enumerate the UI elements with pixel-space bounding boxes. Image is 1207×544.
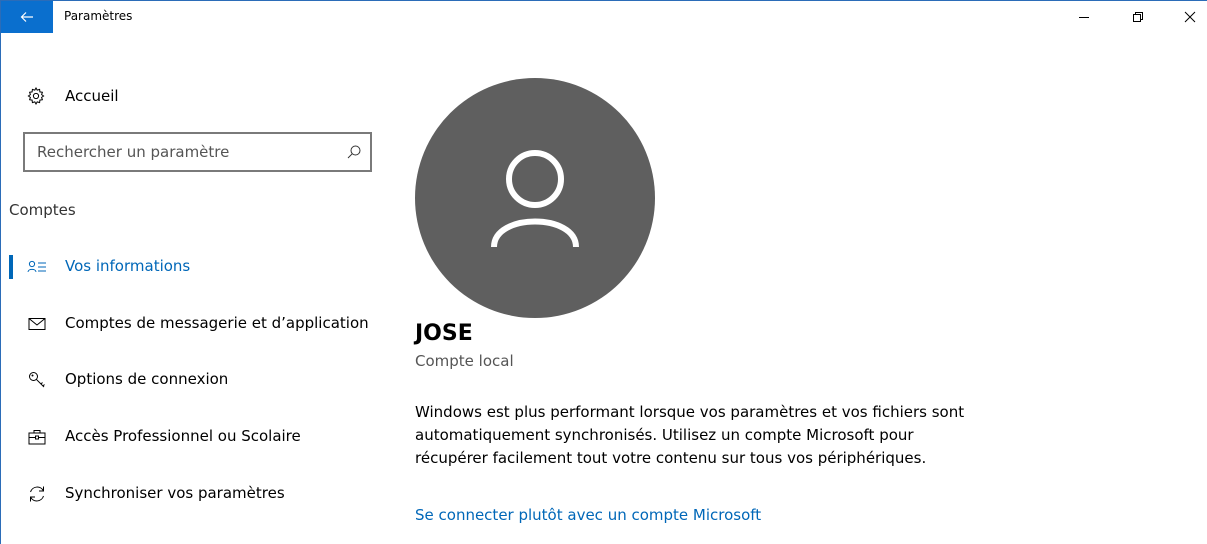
sidebar-item-comptes-messagerie[interactable]: Comptes de messagerie et d’application — [9, 310, 389, 338]
active-indicator — [9, 255, 13, 279]
sidebar-home[interactable]: Accueil — [27, 84, 119, 108]
account-type: Compte local — [415, 352, 514, 370]
search-icon[interactable] — [346, 144, 362, 160]
arrow-left-icon — [20, 12, 33, 22]
sidebar-item-label: Synchroniser vos paramètres — [65, 484, 285, 502]
sidebar-item-options-connexion[interactable]: Options de connexion — [9, 366, 389, 394]
sidebar-home-label: Accueil — [65, 87, 119, 105]
sidebar-item-label: Vos informations — [65, 257, 191, 275]
sidebar-item-label: Accès Professionnel ou Scolaire — [65, 427, 301, 445]
close-icon — [1184, 11, 1196, 22]
user-silhouette-icon — [491, 150, 579, 248]
section-title: Comptes — [9, 201, 76, 219]
back-button[interactable] — [1, 1, 53, 33]
user-name: JOSE — [415, 321, 473, 346]
gear-icon — [27, 87, 45, 105]
sidebar-item-label: Comptes de messagerie et d’application — [65, 314, 369, 332]
settings-window: Paramètres Accueil Rechercher un paramèt… — [0, 0, 1207, 544]
restore-button[interactable] — [1115, 1, 1161, 32]
sidebar-item-synchroniser[interactable]: Synchroniser vos paramètres — [9, 480, 389, 508]
avatar — [415, 78, 655, 318]
title-bar: Paramètres — [1, 1, 1207, 33]
restore-icon — [1133, 11, 1143, 22]
briefcase-icon — [28, 430, 46, 445]
close-button[interactable] — [1167, 1, 1207, 32]
search-input[interactable] — [37, 142, 337, 162]
mail-icon — [28, 318, 46, 330]
sidebar-item-label: Options de connexion — [65, 370, 229, 388]
window-title: Paramètres — [64, 9, 133, 23]
sync-icon — [30, 486, 44, 502]
microsoft-account-link[interactable]: Se connecter plutôt avec un compte Micro… — [415, 506, 761, 524]
minimize-button[interactable] — [1061, 1, 1107, 32]
minimize-icon — [1079, 16, 1089, 18]
person-list-icon — [27, 260, 46, 273]
sidebar-item-acces-professionnel[interactable]: Accès Professionnel ou Scolaire — [9, 423, 389, 451]
info-text: Windows est plus performant lorsque vos … — [415, 403, 965, 467]
search-box[interactable] — [23, 132, 372, 172]
key-icon — [29, 372, 45, 388]
sidebar-item-vos-informations[interactable]: Vos informations — [9, 253, 389, 281]
